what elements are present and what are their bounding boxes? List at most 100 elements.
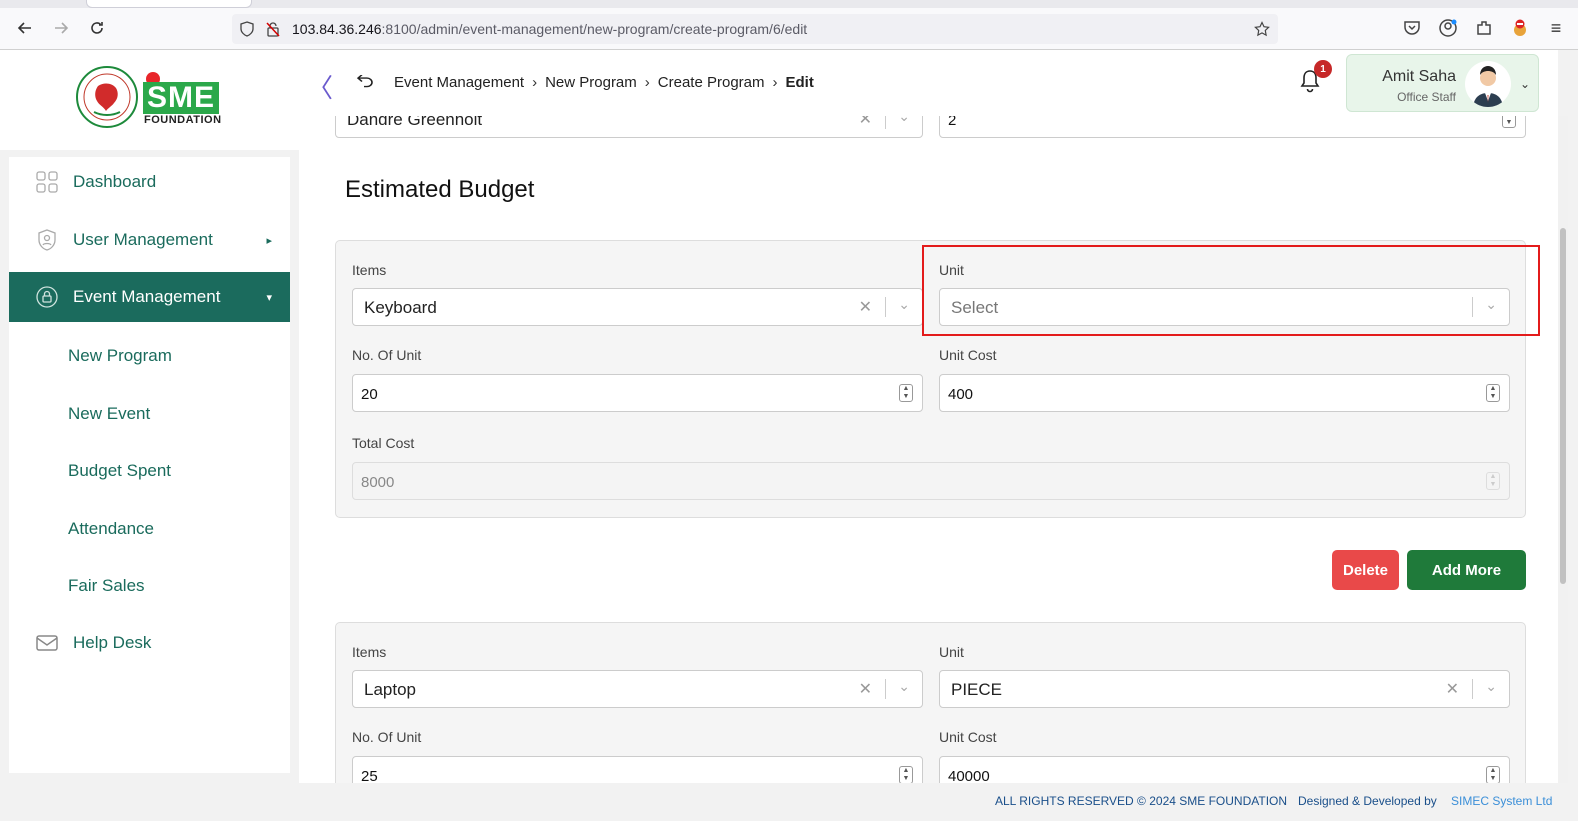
sidebar: Dashboard User Management ▸ Event Manage… [9, 157, 290, 773]
spinner-icon[interactable]: ▲▼ [899, 384, 913, 402]
foundation-logo-text: FOUNDATION [144, 114, 222, 126]
user-menu[interactable]: Amit Saha Office Staff ⌄ [1346, 54, 1539, 112]
government-seal-logo [76, 66, 138, 128]
account-icon[interactable] [1438, 18, 1458, 38]
select-value: Keyboard [364, 298, 437, 317]
url-text: 103.84.36.246:8100/admin/event-managemen… [292, 21, 808, 37]
sidebar-item-dashboard[interactable]: Dashboard [9, 157, 290, 207]
extensions-icon[interactable] [1474, 18, 1494, 38]
sidebar-item-label: Dashboard [73, 172, 157, 191]
spinner-icon[interactable]: ▲▼ [1502, 116, 1516, 128]
sidebar-item-user-management[interactable]: User Management ▸ [9, 215, 290, 265]
reload-icon[interactable] [87, 18, 107, 38]
chevron-right-icon: ▸ [266, 234, 272, 247]
addon-icon[interactable] [1510, 18, 1530, 38]
sidebar-item-help-desk[interactable]: Help Desk [9, 618, 290, 668]
no-of-unit-input[interactable]: 20 ▲ ▼ [352, 374, 923, 412]
mail-icon [36, 635, 58, 651]
chevron-down-icon[interactable]: ⌄ [898, 678, 910, 695]
pocket-icon[interactable] [1402, 18, 1422, 38]
chevron-down-icon[interactable]: ⌄ [898, 296, 910, 313]
number-input[interactable]: 2 ▲▼ [939, 116, 1526, 138]
items-select[interactable]: Keyboard ✕ ⌄ [352, 288, 923, 326]
divider [885, 679, 886, 699]
delete-button[interactable]: Delete [1332, 550, 1399, 590]
items-select[interactable]: Laptop ✕ ⌄ [352, 670, 923, 708]
no-of-unit-label: No. Of Unit [352, 729, 422, 745]
menu-icon[interactable]: ≡ [1546, 18, 1566, 38]
breadcrumb: Event Management › New Program › Create … [356, 74, 814, 91]
sme-logo-text: SME [143, 82, 220, 114]
scrollbar-thumb[interactable] [1560, 228, 1566, 584]
main-content: Dandre Greenholt ✕ ⌄ 2 ▲▼ Estimated Budg… [299, 116, 1558, 783]
divider [885, 297, 886, 317]
breadcrumb-item[interactable]: New Program [545, 74, 637, 91]
unit-cost-input[interactable]: 400 ▲ ▼ [939, 374, 1510, 412]
chevron-right-icon: › [644, 74, 650, 91]
input-value: 25 [361, 768, 378, 783]
address-bar[interactable]: 103.84.36.246:8100/admin/event-managemen… [232, 14, 1278, 44]
user-name: Amit Saha [1382, 68, 1456, 85]
grid-icon [36, 171, 58, 193]
browser-toolbar: 103.84.36.246:8100/admin/event-managemen… [0, 0, 1578, 50]
sidebar-item-label: Event Management [73, 287, 221, 306]
browser-tab[interactable] [86, 0, 252, 8]
avatar [1465, 61, 1511, 107]
forward-arrow-icon[interactable] [51, 18, 71, 38]
chevron-down-icon: ▾ [266, 291, 272, 304]
highlight-box [922, 245, 1540, 336]
sidebar-item-label: User Management [73, 230, 213, 249]
chevron-right-icon: › [532, 74, 538, 91]
sidebar-subitem-attendance[interactable]: Attendance [68, 519, 154, 539]
breadcrumb-item[interactable]: Create Program [658, 74, 765, 91]
spinner-icon[interactable]: ▲▼ [899, 766, 913, 783]
sidebar-subitem-budget-spent[interactable]: Budget Spent [68, 461, 171, 481]
unit-cost-input[interactable]: 40000 ▲ ▼ [939, 756, 1510, 783]
divider [885, 116, 886, 129]
clear-icon[interactable]: ✕ [859, 679, 872, 699]
developer-link[interactable]: SIMEC System Ltd [1451, 794, 1552, 808]
copyright-text: ALL RIGHTS RESERVED © 2024 SME FOUNDATIO… [995, 794, 1288, 808]
insecure-lock-icon[interactable] [265, 21, 281, 37]
items-label: Items [352, 262, 387, 278]
clear-icon[interactable]: ✕ [859, 297, 872, 317]
unit-cost-label: Unit Cost [939, 729, 997, 745]
sidebar-subitem-new-event[interactable]: New Event [68, 404, 150, 424]
sidebar-subitem-new-program[interactable]: New Program [68, 346, 172, 366]
collapse-sidebar-icon[interactable]: 〈 [307, 68, 333, 105]
add-more-button[interactable]: Add More [1407, 550, 1526, 590]
sidebar-subitem-fair-sales[interactable]: Fair Sales [68, 576, 145, 596]
sidebar-item-event-management[interactable]: Event Management ▾ [9, 272, 290, 322]
chevron-down-icon[interactable]: ⌄ [898, 116, 910, 125]
clear-icon[interactable]: ✕ [1446, 679, 1459, 699]
chevron-right-icon: › [772, 74, 778, 91]
back-arrow-icon[interactable] [15, 18, 35, 38]
select-field[interactable]: Dandre Greenholt ✕ ⌄ [335, 116, 923, 138]
unit-cost-label: Unit Cost [939, 347, 997, 363]
clear-icon[interactable]: ✕ [859, 116, 872, 129]
shield-user-icon [38, 229, 56, 251]
input-value: 20 [361, 386, 378, 403]
chevron-down-icon: ⌄ [1519, 77, 1530, 91]
unit-label: Unit [939, 644, 964, 660]
logo-area: SME FOUNDATION [0, 50, 299, 150]
shield-icon[interactable] [239, 21, 255, 37]
spinner-icon[interactable]: ▲▼ [1486, 384, 1500, 402]
unit-select[interactable]: PIECE ✕ ⌄ [939, 670, 1510, 708]
budget-entry-card: Items Laptop ✕ ⌄ Unit PIECE ✕ ⌄ No. Of U… [335, 622, 1526, 783]
form-card: Dandre Greenholt ✕ ⌄ 2 ▲▼ Estimated Budg… [309, 116, 1547, 783]
breadcrumb-item[interactable]: Event Management [394, 74, 524, 91]
input-value: 2 [948, 116, 957, 129]
spinner-icon[interactable]: ▲▼ [1486, 766, 1500, 783]
input-value: 400 [948, 386, 974, 403]
scrollbar[interactable] [1558, 116, 1568, 783]
bookmark-star-icon[interactable] [1254, 21, 1270, 37]
divider [1472, 679, 1473, 699]
input-value: 8000 [361, 474, 395, 491]
undo-arrow-icon[interactable] [356, 74, 374, 91]
section-title: Estimated Budget [345, 176, 535, 203]
no-of-unit-input[interactable]: 25 ▲ ▼ [352, 756, 923, 783]
no-of-unit-label: No. Of Unit [352, 347, 422, 363]
user-role: Office Staff [1397, 90, 1456, 104]
chevron-down-icon[interactable]: ⌄ [1485, 678, 1497, 695]
